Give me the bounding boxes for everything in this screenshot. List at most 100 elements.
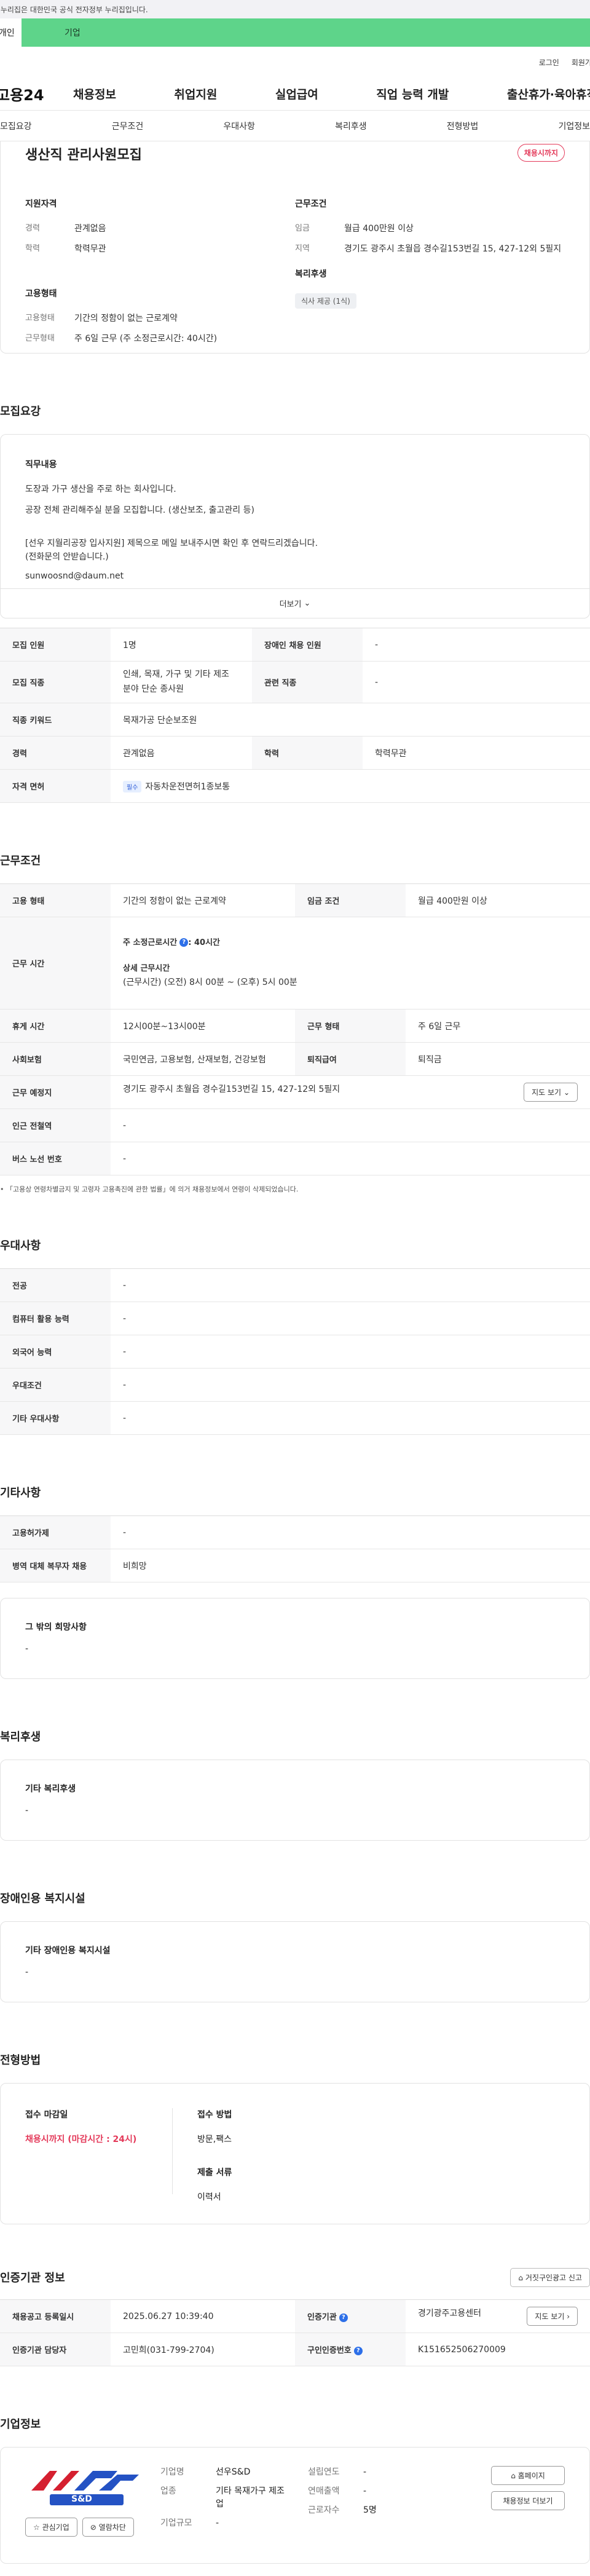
recruit-table: 모집 인원 1명 장애인 채용 인원 - 모집 직종 인쇄, 목재, 가구 및 기타 제… [0, 628, 590, 803]
info-icon[interactable]: ? [353, 2346, 363, 2355]
job-title: 생산직 관리사원모집 [25, 148, 142, 163]
job-summary-card: 생산직 관리사원모집 채용시까지 지원자격 경력 관계없음 학력 학력무관 고용형태… [0, 141, 590, 354]
disability-value: - [25, 1967, 29, 1977]
fav-company-button[interactable]: ☆ 관심기업 [25, 2518, 77, 2537]
disability-card: 기타 장애인용 복지시설 - [0, 1921, 590, 2002]
subnav-company[interactable]: 기업정보 [558, 120, 590, 132]
row-value: 비희망 [111, 1549, 590, 1582]
row-value: 퇴직금 [406, 1042, 590, 1076]
subnav-work[interactable]: 근무조건 [112, 120, 144, 132]
block-company-button[interactable]: ⊘ 열람차단 [82, 2518, 134, 2537]
subnav-pref[interactable]: 우대사항 [223, 120, 255, 132]
row-value: - [111, 1268, 590, 1302]
map-button[interactable]: 지도 보기 ⌄ [524, 1083, 578, 1102]
company-logo: S&D [25, 2466, 148, 2509]
more-button[interactable]: 더보기 ⌄ [1, 588, 589, 618]
tab-personal[interactable]: 개인 [0, 18, 22, 47]
row-value: 경기광주고용센터 [418, 2309, 482, 2318]
more-jobs-button[interactable]: 채용정보 더보기 [491, 2491, 565, 2510]
report-button[interactable]: ⌂ 거짓구인광고 신고 [510, 2267, 590, 2287]
row-value: 관계없음 [111, 736, 252, 770]
row-label: 사회보험 [0, 1042, 111, 1076]
row-value: - [111, 1515, 590, 1549]
gnb-item-parental-leave[interactable]: 출산휴가·육아휴직 [507, 85, 590, 102]
row-label: 근무 시간 [0, 917, 111, 1009]
company-size-value: - [216, 2518, 219, 2528]
info-icon[interactable]: ? [179, 938, 189, 947]
row-label: 근무 예정지 [0, 1075, 111, 1109]
industry-value: 기타 목재가구 제조업 [216, 2486, 285, 2509]
info-icon[interactable]: ? [339, 2313, 348, 2322]
star-icon: ☆ [33, 2523, 40, 2532]
login-link[interactable]: 로그인 [539, 57, 559, 68]
row-label: 학력 [252, 736, 363, 770]
condition-block: 근무조건 임금 월급 400만원 이상 지역 경기도 광주시 초월읍 경수길153번… [295, 197, 565, 354]
row-value: - [111, 1368, 590, 1402]
block-icon: ⊘ [90, 2523, 96, 2532]
row-value: 국민연금, 고용보험, 산재보험, 건강보험 [111, 1042, 295, 1076]
map-button[interactable]: 지도 보기 › [527, 2307, 578, 2326]
row-label: 채용공고 등록일시 [0, 2299, 111, 2333]
docs-value: 이력서 [197, 2192, 221, 2202]
job-desc-line: (전화문의 안받습니다.) [25, 552, 109, 562]
condition-heading: 근무조건 [295, 199, 327, 209]
method-heading: 접수 방법 [197, 2110, 232, 2120]
row-label: 경력 [0, 736, 111, 770]
gnb-item-jobs[interactable]: 채용정보 [73, 85, 116, 102]
company-size-label: 기업규모 [160, 2518, 192, 2528]
subnav-process[interactable]: 전형방법 [447, 120, 479, 132]
established-value: - [363, 2467, 367, 2477]
hours-value: : 40시간 [188, 938, 220, 947]
report-icon: ⌂ [518, 2273, 524, 2282]
subnav-recruit[interactable]: 모집요강 [0, 120, 32, 132]
license-value: 자동차운전면허1종보통 [145, 781, 230, 792]
qual-value: 학력무관 [74, 243, 106, 254]
signup-link[interactable]: 회원가입 [572, 57, 590, 68]
row-value: K151652506270009 [406, 2333, 590, 2366]
cond-value: 경기도 광주시 초월읍 경수길153번길 15, 427-12외 5필지 [344, 243, 562, 254]
row-label: 관련 직종 [252, 661, 363, 703]
emp-label: 고용형태 [25, 313, 55, 323]
gnb-item-unemployment-benefit[interactable]: 실업급여 [275, 85, 318, 102]
chevron-down-icon: ⌄ [563, 1088, 570, 1097]
homepage-label: 홈페이지 [517, 2471, 545, 2480]
gnb-item-employment-support[interactable]: 취업지원 [174, 85, 217, 102]
welfare-card: 기타 복리후생 - [0, 1760, 590, 1841]
row-label: 퇴직급여 [295, 1042, 406, 1076]
job-desc-heading: 직무내용 [25, 460, 57, 470]
subnav-welfare[interactable]: 복리후생 [335, 120, 367, 132]
cond-label: 지역 [295, 243, 310, 253]
row-label: 장애인 채용 인원 [252, 628, 363, 662]
cond-value: 월급 400만원 이상 [344, 224, 414, 234]
required-tag: 필수 [123, 780, 142, 792]
other-wishes-heading: 그 밖의 희망사항 [25, 1622, 87, 1632]
etc-section-title: 기타사항 [0, 1487, 41, 1499]
row-label: 컴퓨터 활용 능력 [0, 1302, 111, 1335]
disability-section-title: 장애인용 복지시설 [0, 1892, 85, 1905]
homepage-button[interactable]: ⌂ 홈페이지 [491, 2466, 565, 2485]
row-value: - [111, 1142, 590, 1175]
job-desc-email: sunwoosnd@daum.net [25, 571, 124, 581]
row-value: 인쇄, 목재, 가구 및 기타 제조 분야 단순 종사원 [111, 661, 252, 703]
company-name-value: 선우S&D [216, 2467, 251, 2477]
bullet-icon: • [0, 1185, 6, 1193]
row-label: 인증기관 [307, 2313, 337, 2322]
pref-table: 전공 - 컴퓨터 활용 능력 - 외국어 능력 - 우대조건 - 기타 우대사항 - [0, 1268, 590, 1435]
row-label: 임금 조건 [295, 883, 406, 917]
row-value: - [111, 1108, 590, 1142]
company-logo-block: S&D ☆ 관심기업 ⊘ 열람차단 [25, 2466, 160, 2541]
tab-business[interactable]: 기업 [22, 18, 590, 47]
row-value: 목재가공 단순보조원 [111, 703, 590, 737]
site-logo[interactable]: 고용24 [0, 83, 73, 105]
chevron-down-icon: ⌄ [304, 599, 311, 608]
row-label: 인증기관 담당자 [0, 2333, 111, 2366]
hours-label: 주 소정근로시간 [123, 938, 178, 947]
cond-label: 임금 [295, 224, 310, 233]
status-badge: 채용시까지 [517, 144, 565, 162]
established-label: 설립연도 [308, 2467, 340, 2477]
company-logo-text: S&D [71, 2494, 92, 2504]
row-label: 전공 [0, 1268, 111, 1302]
disability-heading: 기타 장애인용 복지시설 [25, 1946, 111, 1956]
utility-links: 로그인 회원가입 [0, 47, 590, 77]
gnb-item-training[interactable]: 직업 능력 개발 [376, 85, 449, 102]
